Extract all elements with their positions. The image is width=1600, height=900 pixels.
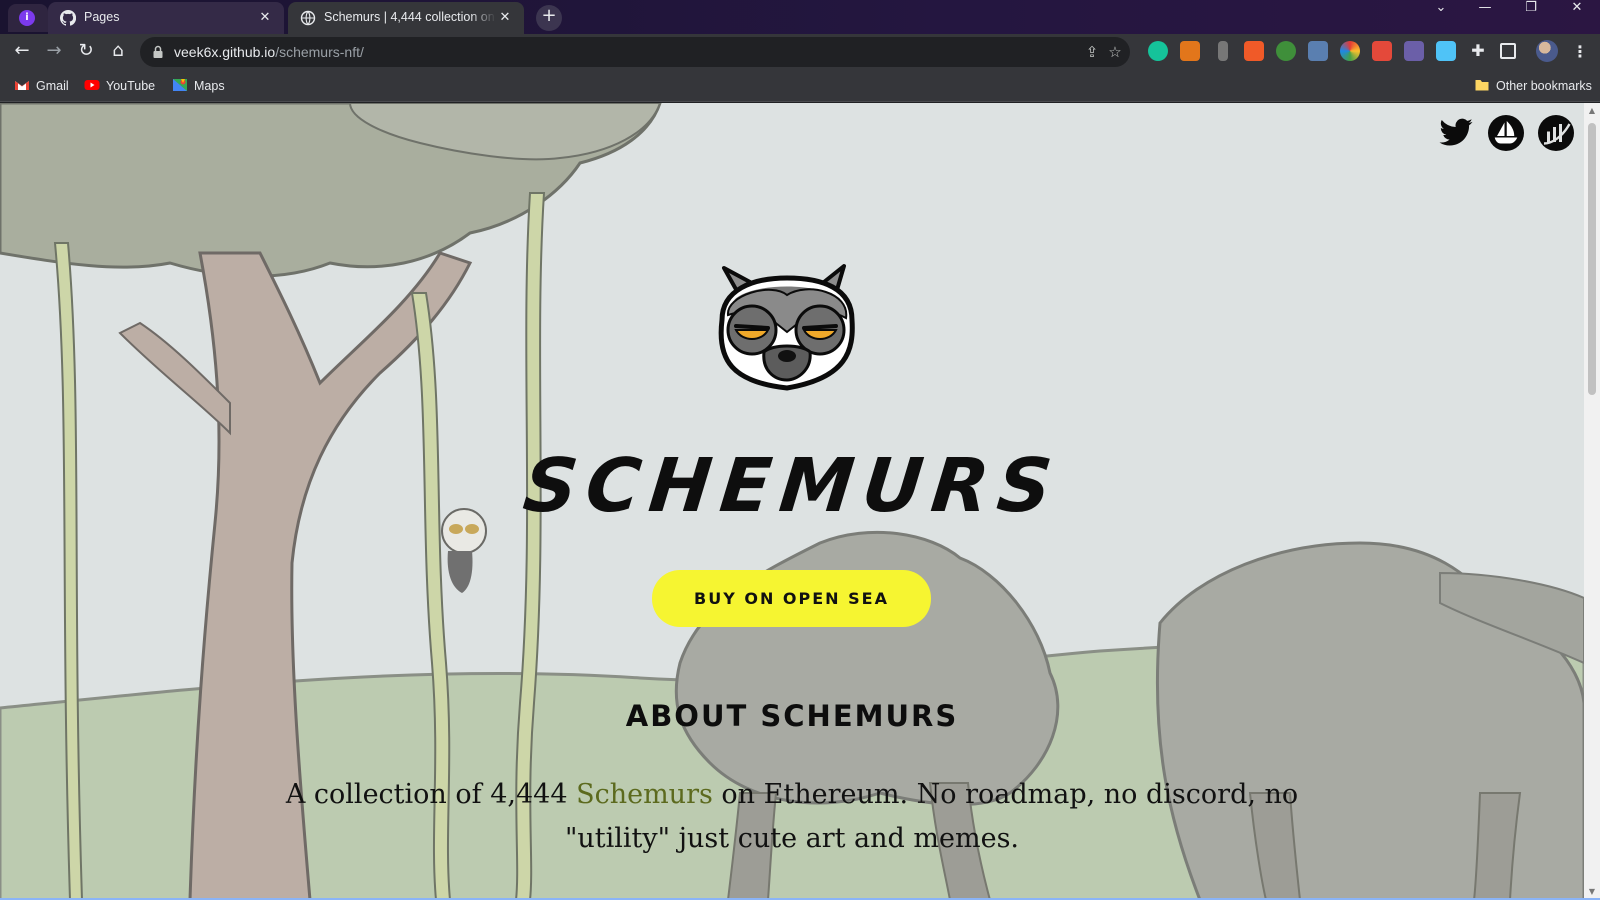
about-heading: ABOUT SCHEMURS (625, 699, 959, 733)
reload-button[interactable]: ↻ (74, 40, 98, 64)
etherscan-icon[interactable] (1538, 115, 1574, 151)
social-links (1438, 115, 1578, 151)
side-panel-icon[interactable] (1500, 43, 1516, 59)
back-button[interactable]: ← (10, 40, 34, 64)
browser-toolbar: ← → ↻ ⌂ veek6x.github.io/schemurs-nft/ ⇪… (0, 34, 1600, 70)
tab-schemurs[interactable]: Schemurs | 4,444 collection on Ethereum … (288, 2, 524, 34)
github-icon (60, 10, 76, 26)
other-bookmarks-label: Other bookmarks (1496, 79, 1592, 93)
opensea-icon[interactable] (1488, 115, 1524, 151)
site-title: SCHEMURS (519, 443, 1065, 529)
page-viewport: SCHEMURS BUY ON OPEN SEA ABOUT SCHEMURS … (0, 103, 1584, 900)
color-picker-icon[interactable] (1340, 41, 1360, 61)
bookmark-gmail[interactable]: Gmail (14, 77, 69, 95)
browser-menu-icon[interactable]: ⋮ (1570, 40, 1590, 64)
extension-icon[interactable] (1218, 41, 1228, 61)
new-tab-button[interactable]: + (536, 5, 562, 31)
lock-icon (153, 45, 163, 58)
html5-icon[interactable] (1372, 41, 1392, 61)
buy-on-opensea-button[interactable]: BUY ON OPEN SEA (652, 570, 931, 627)
bookmark-maps[interactable]: Maps (172, 77, 225, 95)
tab-close-icon[interactable]: ✕ (256, 9, 274, 27)
xd-extension-icon[interactable] (1404, 41, 1424, 61)
todoist-icon[interactable] (1244, 41, 1264, 61)
tree-extension-icon[interactable] (1276, 41, 1296, 61)
folder-icon (1475, 80, 1489, 91)
bookmark-youtube[interactable]: YouTube (84, 77, 155, 95)
about-description: A collection of 4,444 Schemurs on Ethere… (250, 773, 1334, 861)
schemurs-link[interactable]: Schemurs (576, 779, 713, 810)
puzzle-icon[interactable]: ✚ (1468, 41, 1488, 61)
tab-title: Schemurs | 4,444 collection on Ethereum (324, 10, 496, 24)
close-window-button[interactable]: ✕ (1554, 0, 1600, 30)
forward-button[interactable]: → (42, 40, 66, 64)
schemur-mascot-logo (718, 264, 855, 391)
page-scrollbar[interactable]: ▲ ▼ (1584, 103, 1600, 900)
share-icon[interactable]: ⇪ (1083, 43, 1101, 61)
bookmarks-bar: Gmail YouTube Maps Other bookmarks (0, 70, 1600, 102)
youtube-icon (84, 80, 100, 90)
scrollbar-thumb[interactable] (1588, 123, 1596, 395)
url-text: veek6x.github.io/schemurs-nft/ (174, 44, 364, 60)
tab-strip: i Pages ✕ Schemurs | 4,444 collection on… (0, 0, 1600, 34)
bookmark-label: Gmail (36, 79, 69, 93)
url-path: /schemurs-nft/ (275, 44, 364, 60)
scroll-down-arrow-icon[interactable]: ▼ (1587, 887, 1597, 897)
extension-badge-icon: i (19, 10, 35, 26)
scroll-up-arrow-icon[interactable]: ▲ (1587, 106, 1597, 116)
tab-group-extension[interactable]: i (8, 4, 48, 32)
tab-search-button[interactable]: ⌄ (1418, 0, 1464, 30)
url-host: veek6x.github.io (174, 44, 276, 60)
address-bar[interactable]: veek6x.github.io/schemurs-nft/ ⇪ ☆ (140, 37, 1130, 67)
tab-title: Pages (84, 10, 120, 24)
about-text-part: A collection of 4,444 (285, 779, 577, 810)
other-bookmarks-folder[interactable]: Other bookmarks (1474, 77, 1592, 95)
metamask-icon[interactable] (1180, 41, 1200, 61)
bookmark-star-icon[interactable]: ☆ (1106, 43, 1124, 61)
profile-avatar[interactable] (1536, 40, 1558, 62)
tab-pages[interactable]: Pages ✕ (48, 2, 284, 34)
bookmark-label: Maps (194, 79, 225, 93)
grammarly-icon[interactable] (1148, 41, 1168, 61)
minimize-button[interactable]: — (1462, 0, 1508, 30)
tab-close-icon[interactable]: ✕ (496, 9, 514, 27)
home-button[interactable]: ⌂ (106, 40, 130, 64)
gmail-icon (15, 81, 29, 90)
globe-icon (300, 10, 316, 26)
bookmark-label: YouTube (106, 79, 156, 93)
twitter-icon[interactable] (1438, 115, 1474, 151)
restore-button[interactable]: ❐ (1508, 0, 1554, 30)
grid-extension-icon[interactable] (1308, 41, 1328, 61)
maps-icon (173, 79, 187, 91)
copy-extension-icon[interactable] (1436, 41, 1456, 61)
